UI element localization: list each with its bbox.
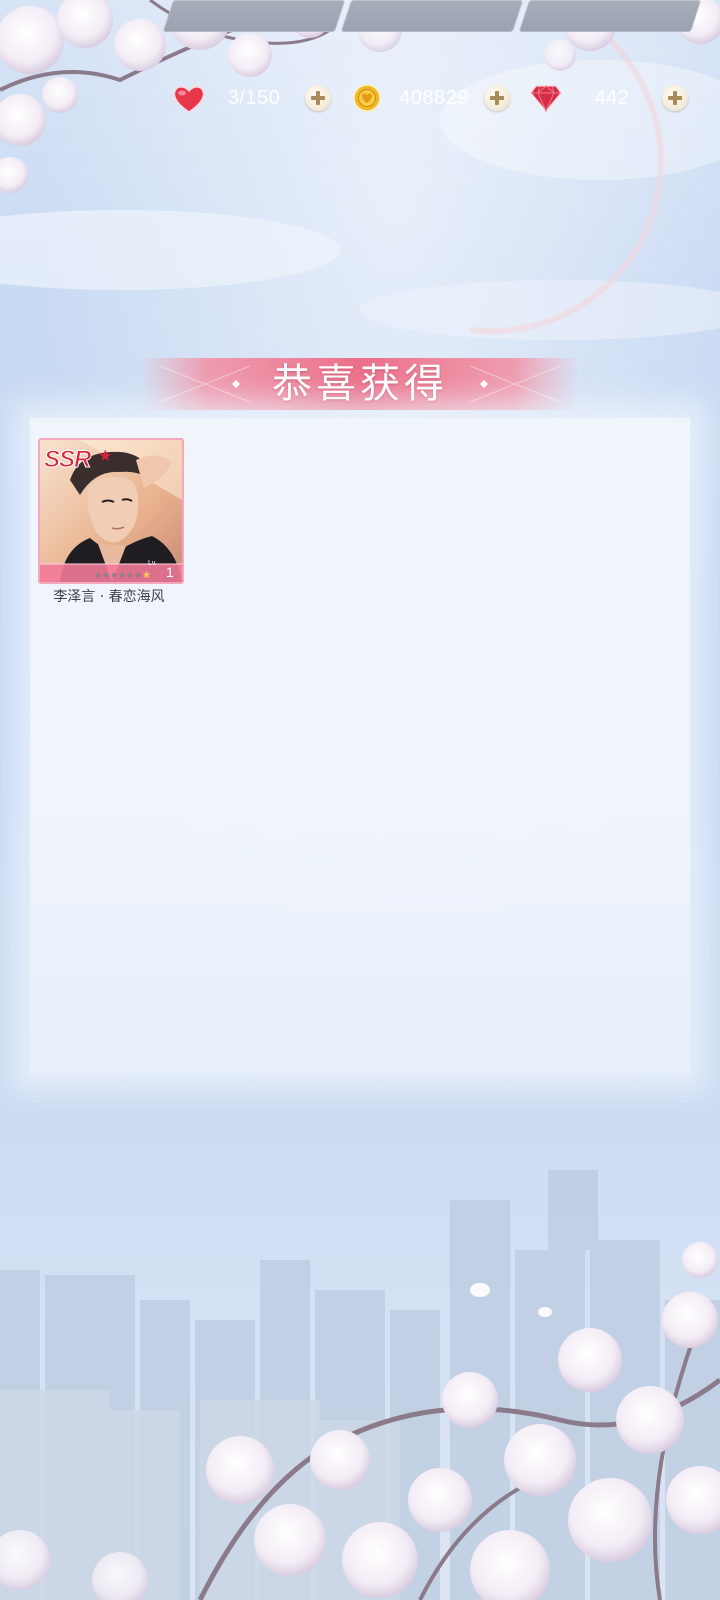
- svg-text:★: ★: [142, 570, 151, 581]
- diamond-icon: [530, 84, 562, 116]
- gold-pill: [340, 0, 524, 32]
- ssr-star-icon: ★: [98, 446, 113, 465]
- level-value: 1: [166, 564, 174, 580]
- svg-text:★: ★: [110, 571, 118, 581]
- svg-text:★: ★: [134, 571, 142, 581]
- gold-coin-icon: [352, 83, 382, 117]
- diamond-value: 442: [594, 87, 630, 109]
- stamina-pill: [162, 0, 346, 32]
- ssr-badge: SSR: [43, 446, 91, 474]
- svg-text:★: ★: [118, 571, 126, 581]
- svg-text:★: ★: [102, 571, 110, 581]
- level-label: Lv.: [148, 560, 157, 567]
- add-diamond-button[interactable]: [662, 85, 688, 111]
- reward-card[interactable]: ★ ★ ★ ★ ★ ★ ★ SSR ★ Lv. 1: [38, 438, 184, 584]
- stamina-value: 3/150: [227, 87, 281, 109]
- gold-value: 408829: [399, 87, 469, 109]
- reward-title: 恭喜获得: [272, 361, 448, 407]
- diamond-pill: [518, 0, 702, 32]
- add-gold-button[interactable]: [484, 85, 510, 111]
- title-banner: 恭喜获得: [140, 354, 580, 414]
- reward-card-name: 李泽言 · 春恋海风: [53, 589, 165, 605]
- add-stamina-button[interactable]: [305, 85, 331, 111]
- svg-text:★: ★: [126, 571, 134, 581]
- svg-text:★: ★: [94, 571, 102, 581]
- heart-icon: [172, 84, 206, 118]
